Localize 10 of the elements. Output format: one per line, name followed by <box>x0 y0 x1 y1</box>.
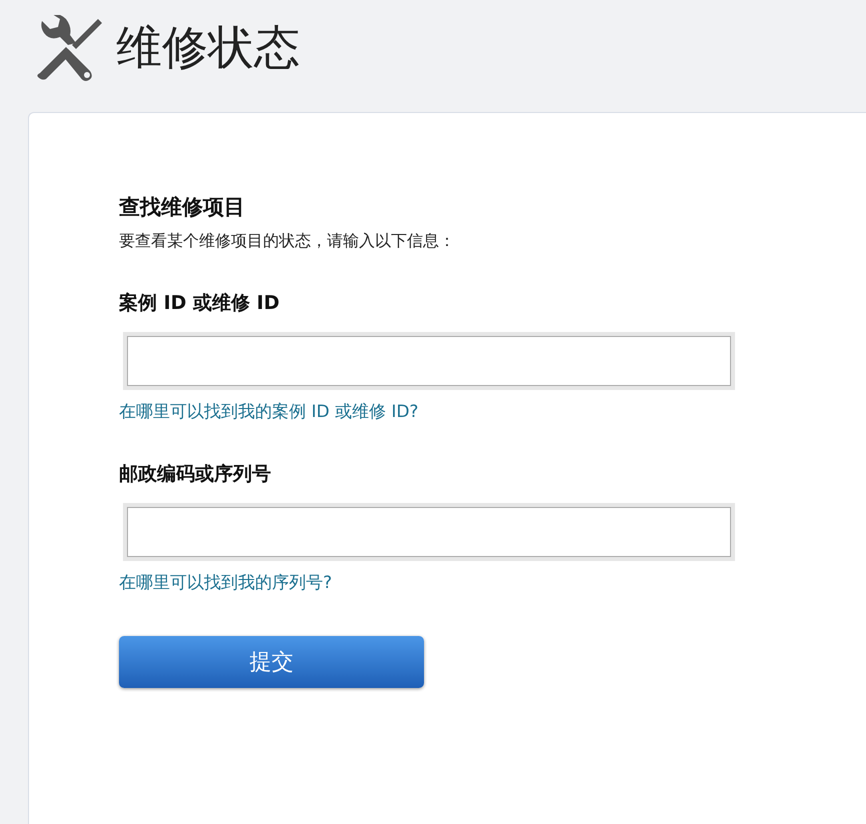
field-label: 邮政编码或序列号 <box>119 462 271 487</box>
form-heading: 查找维修项目 <box>119 194 245 221</box>
field-label: 案例 ID 或维修 ID <box>119 291 280 316</box>
page-title: 维修状态 <box>116 19 300 76</box>
input-field[interactable] <box>127 507 731 557</box>
submit-button[interactable]: 提交 <box>119 636 424 688</box>
help-link[interactable]: 在哪里可以找到我的案例 ID 或维修 ID? <box>119 400 418 423</box>
form-description: 要查看某个维修项目的状态，请输入以下信息： <box>119 231 455 252</box>
input-field[interactable] <box>127 336 731 386</box>
help-link[interactable]: 在哪里可以找到我的序列号? <box>119 571 332 594</box>
